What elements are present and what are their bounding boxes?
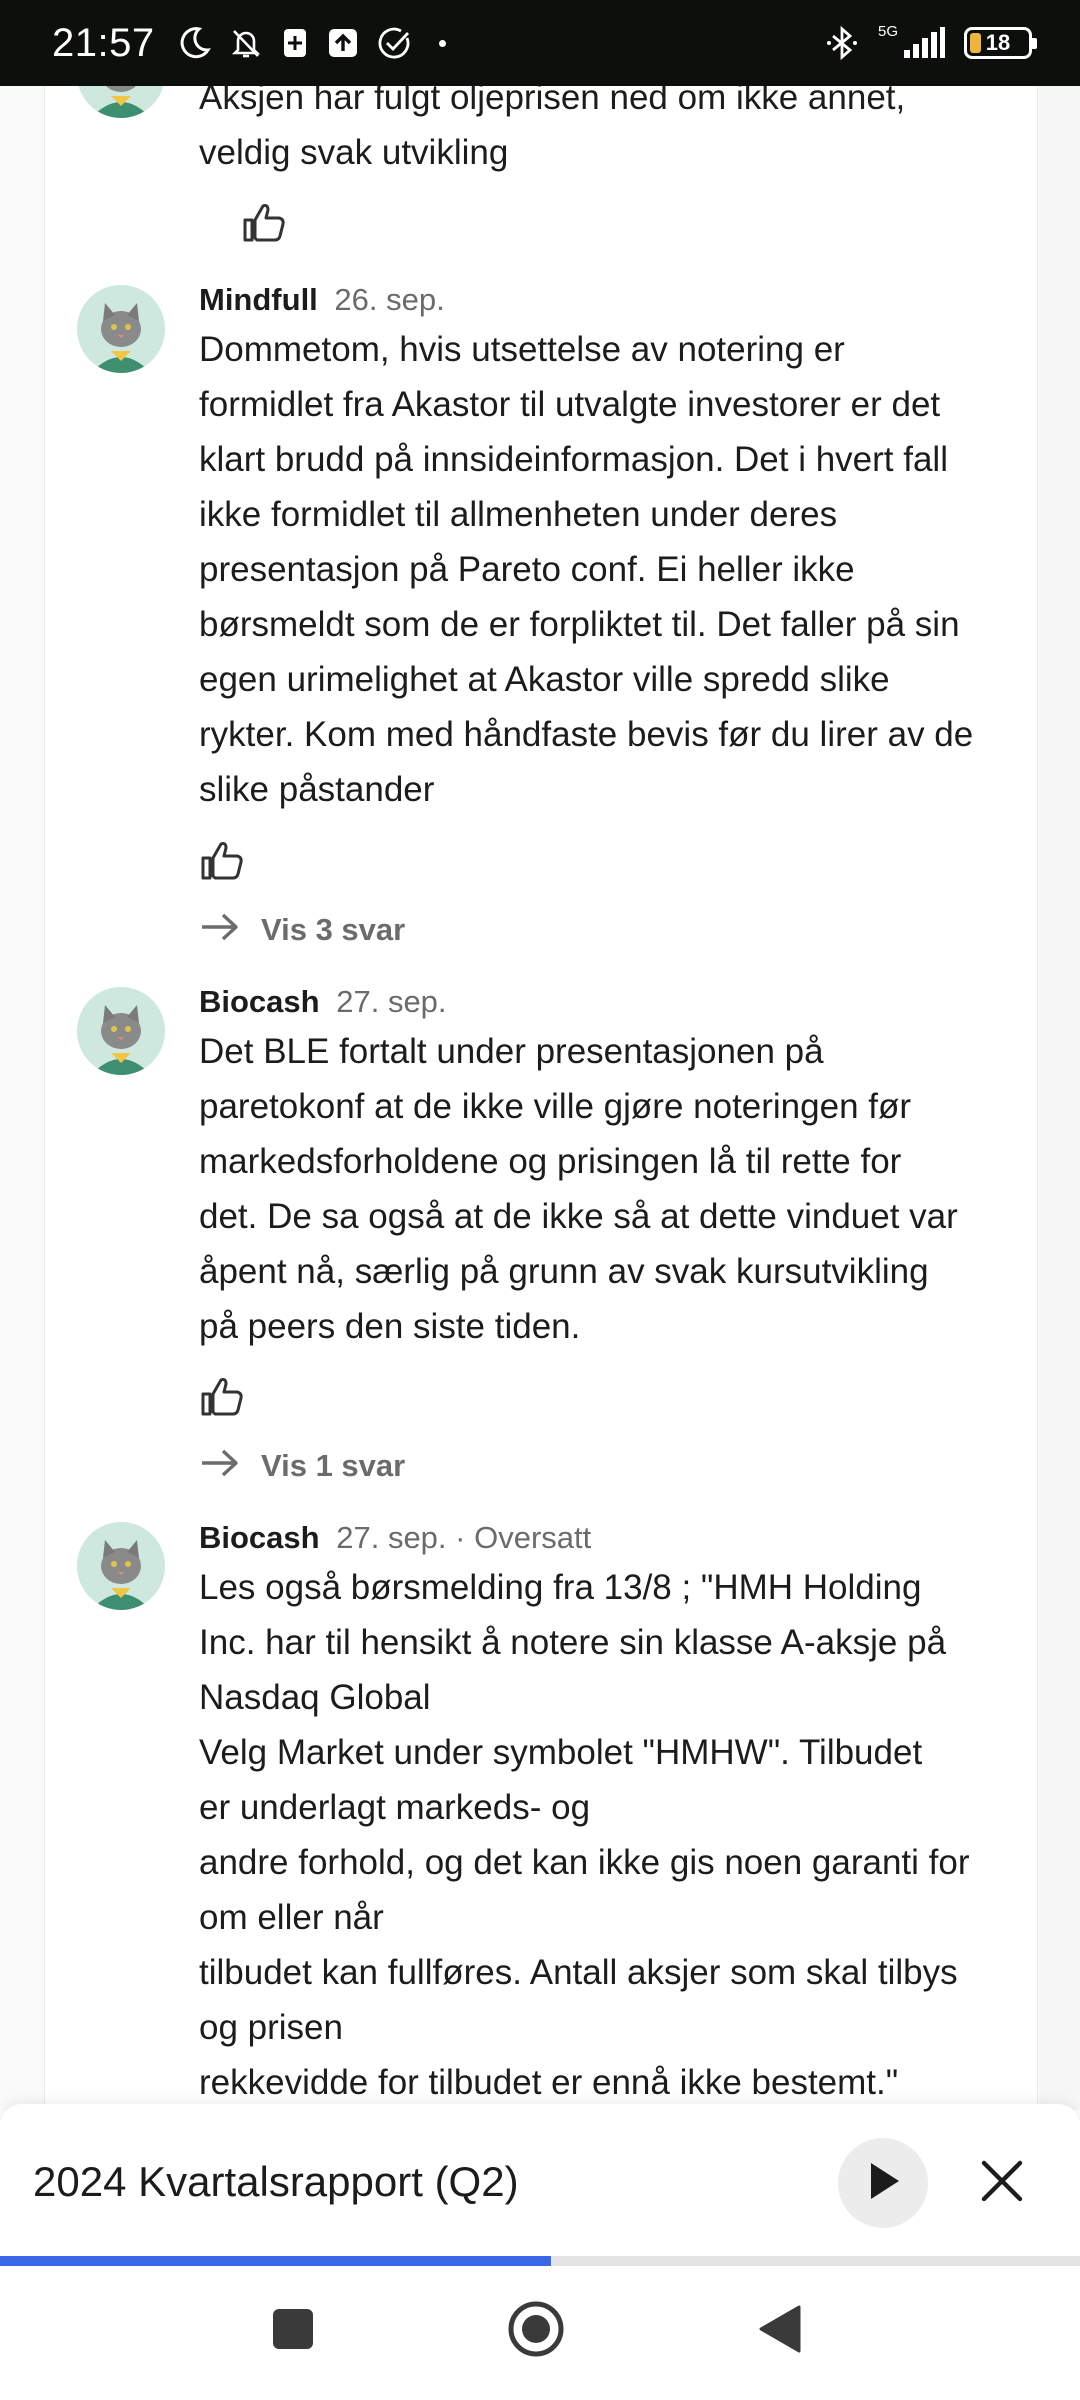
show-replies-button[interactable]: Vis 1 svar [199,1446,405,1485]
avatar[interactable] [77,987,165,1075]
like-button[interactable] [199,1374,245,1418]
signal-icon [902,26,946,60]
comment-line: Dommetom, hvis utsettelse av notering er [199,330,845,369]
comment-line: det. De sa også at de ikke så at dette v… [199,1197,958,1236]
show-replies-label: Vis 1 svar [261,1447,406,1483]
comment-text: Dommetom, hvis utsettelse av notering er… [199,322,1019,817]
comment-line: slike påstander [199,770,435,809]
player-title[interactable]: 2024 Kvartalsrapport (Q2) [33,2154,519,2210]
comment-line: Inc. har til hensikt å notere sin klasse… [199,1623,947,1662]
moon-icon [177,26,211,60]
avatar[interactable] [77,285,165,373]
bell-muted-icon [229,26,263,60]
comment-date: 27. sep. [336,1520,447,1555]
comment-line: ikke formidlet til allmenheten under der… [199,495,838,534]
battery-fill [970,33,981,53]
comment-line: rykter. Kom med håndfaste bevis før du l… [199,715,974,754]
close-button[interactable] [968,2149,1036,2217]
comment-date: 26. sep. [334,282,445,317]
avatar[interactable] [77,1522,165,1610]
comment-text: Les også børsmelding fra 13/8 ; "HMH Hol… [199,1560,1019,2110]
comment-date: 27. sep. [336,984,447,1019]
status-time: 21:57 [52,20,155,65]
like-button[interactable] [199,838,245,882]
player-progress-bar[interactable] [0,2256,1080,2266]
comment-line: åpent nå, særlig på grunn av svak kursut… [199,1252,929,1291]
left-gutter [0,0,44,2110]
comment-meta: Biocash 27. sep. · Oversatt [199,1518,1019,1558]
battery-icon: 18 [964,27,1037,59]
audio-player[interactable]: 2024 Kvartalsrapport (Q2) [0,2104,1080,2260]
arrow-right-icon [199,1446,241,1485]
comment-line: Det BLE fortalt under presentasjonen på [199,1032,824,1071]
comment-author[interactable]: Mindfull [199,282,318,317]
comment-meta: Mindfull 26. sep. [199,280,1019,320]
player-progress-fill [0,2256,551,2266]
comments-list[interactable]: Aksjen har fulgt oljeprisen ned om ikke … [44,0,1038,2110]
triangle-back-icon [757,2303,803,2360]
check-circle-icon [377,26,411,60]
play-icon [863,2159,903,2208]
comment-line: på peers den siste tiden. [199,1307,581,1346]
circle-icon [506,2299,566,2364]
right-gutter [1039,0,1080,2110]
comment-line: andre forhold, og det kan ikke gis noen … [199,1843,970,1882]
bluetooth-icon [824,25,860,61]
comment-meta: Biocash 27. sep. [199,982,1019,1022]
play-button[interactable] [838,2138,928,2228]
close-icon [979,2158,1025,2209]
comment-line: markedsforholdene og prisingen lå til re… [199,1142,902,1181]
comment-text: Aksjen har fulgt oljeprisen ned om ikke … [199,70,1019,180]
comment-line: egen urimelighet at Akastor ville spredd… [199,660,890,699]
back-button[interactable] [745,2296,815,2366]
show-replies-label: Vis 3 svar [261,911,406,947]
comment-line: presentasjon på Pareto conf. Ei heller i… [199,550,855,589]
network-type: 5G [877,22,898,40]
translated-label[interactable]: · Oversatt [455,1520,591,1555]
notification-dot [438,39,446,47]
sim-icon [281,27,309,59]
comment-line: paretokonf at de ikke ville gjøre noteri… [199,1087,912,1126]
comment-author[interactable]: Biocash [199,1520,320,1555]
comment-line: veldig svak utvikling [199,133,509,172]
comment-author[interactable]: Biocash [199,984,320,1019]
battery-level: 18 [985,30,1011,55]
show-replies-button[interactable]: Vis 3 svar [199,910,405,949]
comment-line: tilbudet kan fullføres. Antall aksjer so… [199,1953,958,1992]
arrow-right-icon [199,910,241,949]
comment-line: børsmeldt som de er forpliktet til. Det … [199,605,960,644]
square-icon [271,2307,315,2356]
comment-line: og prisen [199,2008,343,2047]
comment-line: formidlet fra Akastor til utvalgte inves… [199,385,941,424]
comment-line: er underlagt markeds- og [199,1788,591,1827]
like-button[interactable] [241,200,287,244]
comment-text: Det BLE fortalt under presentasjonen på … [199,1024,1019,1354]
comment-line: Nasdaq Global [199,1678,431,1717]
comment-line: Velg Market under symbolet "HMHW". Tilbu… [199,1733,923,1772]
system-nav-bar [0,2266,1080,2400]
home-button[interactable] [501,2296,571,2366]
comment-line: Les også børsmelding fra 13/8 ; "HMH Hol… [199,1568,922,1607]
comment-line: rekkevidde for tilbudet er ennå ikke bes… [199,2063,899,2102]
recents-button[interactable] [258,2296,328,2366]
comment-line: klart brudd på innsideinformasjon. Det i… [199,440,948,479]
upload-icon [327,27,359,59]
status-bar: 21:57 5G 18 [0,0,1080,86]
comment-line: om eller når [199,1898,384,1937]
